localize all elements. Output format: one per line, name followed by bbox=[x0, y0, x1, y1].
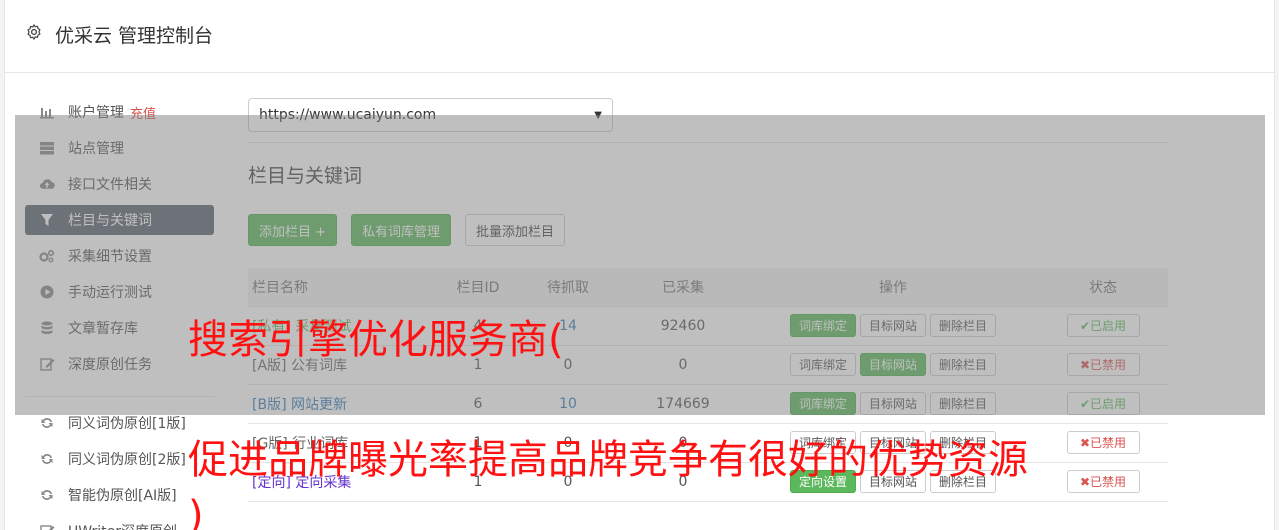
sidebar-item-synonym-v2[interactable]: 同义词伪原创[2版] bbox=[25, 441, 215, 477]
gear-icon bbox=[27, 24, 41, 40]
refresh-icon bbox=[39, 415, 55, 431]
page-title: 优采云 管理控制台 bbox=[55, 25, 214, 47]
sidebar-item-uwriter[interactable]: UWriter深度原创 bbox=[25, 513, 215, 530]
gray-overlay bbox=[15, 115, 1265, 415]
overlay-ad-text-line3: ) bbox=[188, 493, 204, 530]
status-badge[interactable]: ✖已禁用 bbox=[1066, 470, 1140, 493]
sidebar-item-ai-original[interactable]: 智能伪原创[AI版] bbox=[25, 477, 215, 513]
sidebar-item-label: 同义词伪原创[2版] bbox=[68, 452, 186, 468]
overlay-ad-text-line1: 搜索引擎优化服务商( bbox=[188, 317, 564, 363]
overlay-ad-text-line2: 促进品牌曝光率提高品牌竞争有很好的优势资源 bbox=[188, 437, 1028, 483]
sidebar-item-label: 同义词伪原创[1版] bbox=[68, 416, 186, 432]
refresh-icon bbox=[39, 451, 55, 467]
sidebar-item-label: 智能伪原创[AI版] bbox=[68, 488, 177, 504]
edit-icon bbox=[39, 523, 55, 530]
refresh-icon bbox=[39, 487, 55, 503]
panel-header: 优采云 管理控制台 bbox=[5, 0, 1274, 73]
status-badge[interactable]: ✖已禁用 bbox=[1066, 431, 1140, 454]
sidebar-item-label: UWriter深度原创 bbox=[68, 521, 177, 530]
